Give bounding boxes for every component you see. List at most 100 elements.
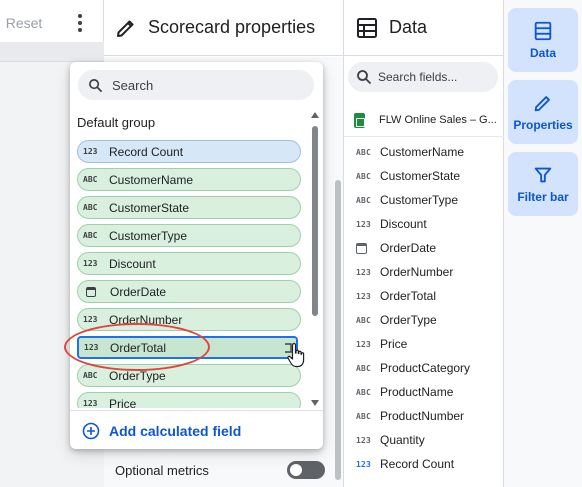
field-type-badge: ABC (83, 203, 98, 212)
field-chip[interactable]: ABC CustomerState (77, 196, 301, 219)
data-field-row[interactable]: OrderDate (344, 236, 504, 260)
rail-properties-button[interactable]: Properties (508, 80, 578, 144)
divider (70, 410, 323, 411)
field-type-badge: 123 (356, 435, 372, 445)
field-chip-label: OrderType (109, 368, 166, 383)
scroll-up-arrow-icon[interactable] (311, 112, 319, 118)
data-field-row[interactable]: 123 Price (344, 332, 504, 356)
group-label: Default group (77, 115, 156, 130)
field-type-badge: ABC (356, 171, 372, 181)
data-header: Data (344, 0, 503, 56)
data-field-row[interactable]: ABC CustomerState (344, 164, 504, 188)
field-type-badge: ABC (356, 147, 372, 157)
data-field-row[interactable]: ABC CustomerType (344, 188, 504, 212)
data-field-name: CustomerType (380, 193, 459, 207)
add-circle-icon (82, 422, 100, 440)
data-field-name: Price (380, 337, 408, 351)
table-icon (534, 21, 552, 41)
data-field-row[interactable]: 123 OrderNumber (344, 260, 504, 284)
field-type-badge: 123 (356, 267, 372, 277)
rail-data-button[interactable]: Data (508, 8, 578, 72)
field-chip-label: CustomerName (109, 172, 194, 187)
data-field-row[interactable]: ABC CustomerName (344, 140, 504, 164)
scroll-thumb[interactable] (312, 126, 318, 316)
field-chip[interactable]: OrderDate (77, 280, 301, 303)
data-field-name: ProductName (380, 385, 454, 399)
data-field-name: Quantity (380, 433, 425, 447)
data-field-name: ProductNumber (380, 409, 465, 423)
field-chip[interactable]: ABC CustomerType (77, 224, 301, 247)
field-chip-label: Discount (109, 256, 156, 271)
properties-title: Scorecard properties (148, 17, 316, 37)
field-picker-search[interactable] (78, 70, 314, 100)
rail-properties-label: Properties (513, 118, 573, 132)
data-search-input[interactable] (378, 70, 488, 84)
field-type-badge: 123 (356, 291, 372, 301)
data-search-box[interactable] (348, 62, 498, 92)
field-picker-dropdown: Default group 123 Record Count ABC Customer… (70, 62, 323, 449)
field-type-badge: 123 (84, 343, 99, 352)
data-title: Data (389, 17, 428, 37)
data-source-name: FLW Online Sales – G... (379, 114, 497, 126)
optional-metrics-toggle[interactable] (287, 461, 325, 479)
field-chip-label: OrderNumber (109, 312, 183, 327)
pencil-icon (534, 96, 550, 112)
rail-filter-button[interactable]: Filter bar (508, 152, 578, 216)
data-field-name: OrderTotal (380, 289, 437, 303)
field-type-badge: ABC (356, 363, 372, 373)
data-field-name: Record Count (380, 457, 455, 471)
data-field-row[interactable]: 123 OrderTotal (344, 284, 504, 308)
optional-metrics-label: Optional metrics (115, 462, 209, 478)
table-icon (357, 17, 377, 38)
data-source[interactable]: FLW Online Sales – G... (354, 108, 502, 132)
sheets-icon (354, 112, 365, 128)
field-type-badge: ABC (356, 195, 372, 205)
field-type-badge: ABC (356, 387, 372, 397)
field-type-badge: ABC (83, 175, 98, 184)
data-field-row[interactable]: 123 Record Count (344, 452, 504, 476)
field-type-badge: 123 (83, 399, 98, 408)
field-chip-label: Record Count (109, 144, 184, 159)
reset-button[interactable]: Reset (0, 8, 48, 38)
data-field-name: ProductCategory (380, 361, 471, 375)
data-field-name: OrderNumber (380, 265, 454, 279)
field-type-badge: ABC (83, 231, 98, 240)
field-chip[interactable]: 123 Discount (77, 252, 301, 275)
search-icon (357, 70, 372, 85)
field-chip-list: 123 Record Count ABC CustomerName ABC Custome… (77, 140, 301, 408)
more-options-icon[interactable] (70, 10, 90, 36)
scroll-down-arrow-icon[interactable] (311, 400, 319, 406)
field-chip-label: Price (109, 396, 137, 409)
calendar-icon (356, 242, 367, 254)
data-field-row[interactable]: 123 Quantity (344, 428, 504, 452)
optional-metrics-row: Optional metrics (115, 458, 325, 482)
data-field-list: ABC CustomerName ABC CustomerState ABC Custom… (344, 140, 504, 476)
rail-data-label: Data (529, 46, 556, 60)
data-field-row[interactable]: ABC ProductNumber (344, 404, 504, 428)
field-chip[interactable]: ABC CustomerName (77, 168, 301, 191)
field-type-badge: 123 (83, 147, 98, 156)
field-chip[interactable]: ABC OrderType (77, 364, 301, 387)
data-field-row[interactable]: 123 Discount (344, 212, 504, 236)
data-field-row[interactable]: ABC ProductCategory (344, 356, 504, 380)
data-field-row[interactable]: ABC ProductName (344, 380, 504, 404)
field-picker-search-input[interactable] (112, 77, 302, 93)
field-picker-scrollbar[interactable] (311, 112, 319, 406)
canvas-ruler (0, 42, 104, 62)
field-type-badge: ABC (356, 315, 372, 325)
pencil-icon (117, 20, 134, 37)
field-chip[interactable]: 123 Record Count (77, 140, 301, 163)
data-field-name: CustomerName (380, 145, 465, 159)
search-icon (89, 78, 103, 92)
field-chip-label: OrderTotal (110, 340, 167, 355)
field-type-badge: ABC (83, 371, 98, 380)
data-field-name: OrderDate (380, 241, 437, 255)
field-chip[interactable]: 123 OrderNumber (77, 308, 301, 331)
rail-filter-label: Filter bar (517, 190, 569, 204)
drag-handle-icon[interactable] (283, 342, 293, 354)
properties-scrollbar[interactable] (335, 180, 341, 480)
field-chip[interactable]: 123 Price (77, 392, 301, 408)
add-calculated-field-button[interactable]: Add calculated field (82, 418, 241, 444)
data-field-row[interactable]: ABC OrderType (344, 308, 504, 332)
field-chip[interactable]: 123 OrderTotal (77, 336, 298, 359)
